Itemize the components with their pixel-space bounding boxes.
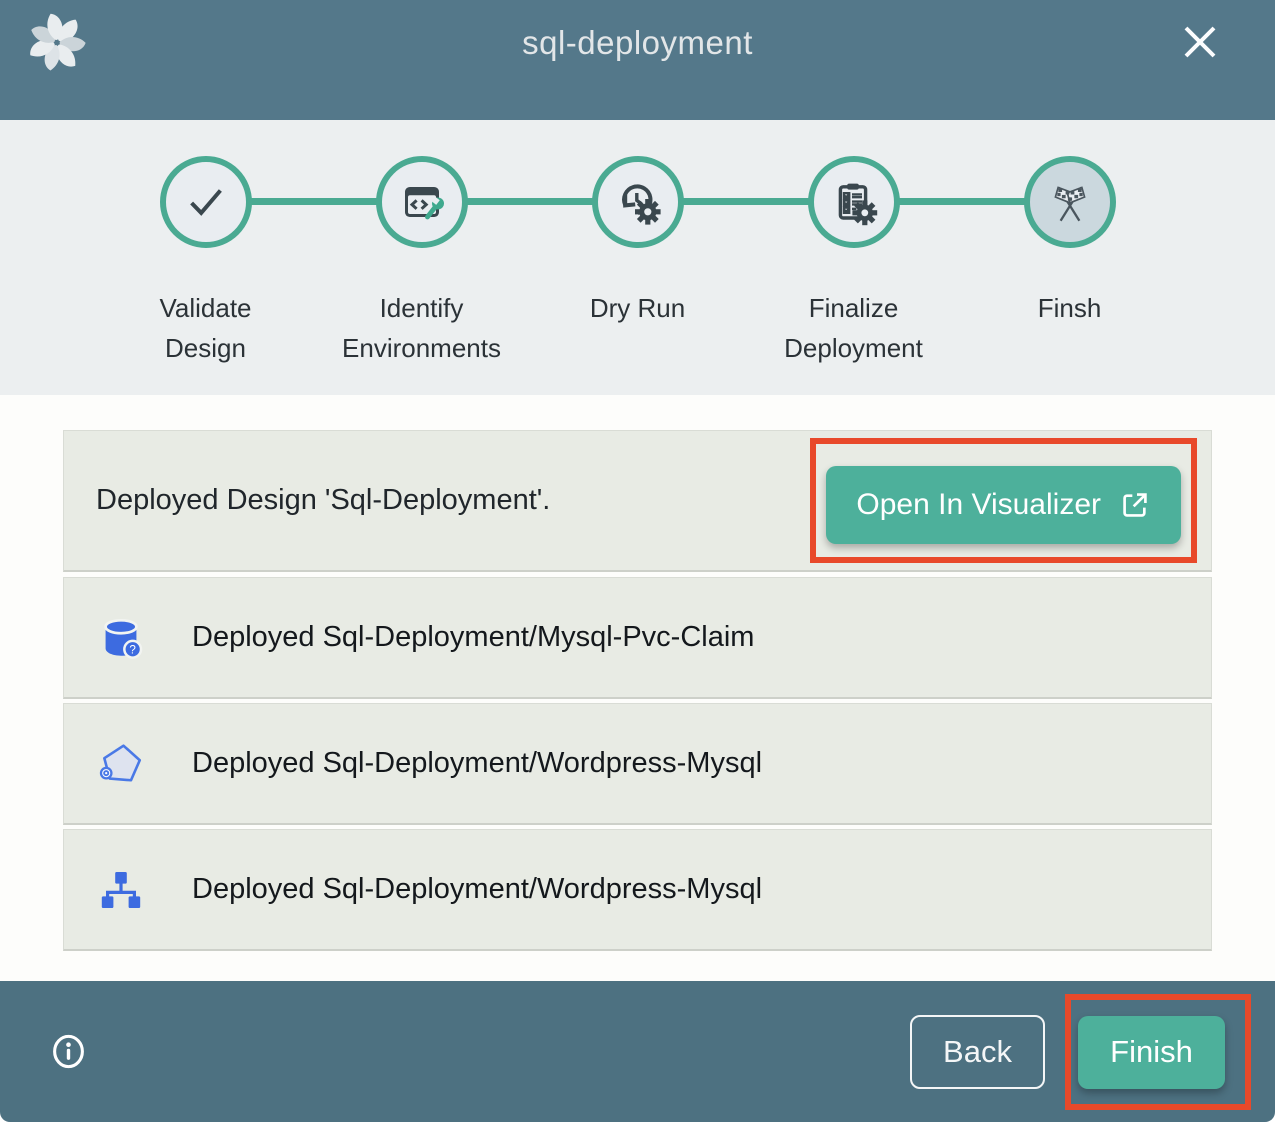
step-label: Finsh [1038,288,1102,328]
close-icon[interactable] [1177,19,1223,65]
modal-footer: Back Finish [0,981,1275,1122]
racing-flags-icon [1045,177,1095,227]
deployed-resource-text: Deployed Sql-Deployment/Wordpress-Mysql [192,747,762,780]
open-in-visualizer-button[interactable]: Open In Visualizer [826,466,1181,544]
info-icon[interactable] [50,1033,87,1070]
annotation-box-finish: Finish [1065,994,1251,1110]
topology-icon [97,866,145,914]
deployed-resource-text: Deployed Sql-Deployment/Wordpress-Mysql [192,873,762,906]
finish-button[interactable]: Finish [1078,1016,1225,1089]
deployed-resource-row: Deployed Sql-Deployment/Wordpress-Mysql [63,703,1212,825]
step-label: Finalize Deployment [766,288,941,368]
database-icon: ? [96,613,146,663]
deployment-stepper: Validate Design [0,120,1275,395]
external-link-icon [1119,489,1151,521]
pentagon-component-icon [96,739,146,789]
check-icon [183,179,229,225]
step-validate-design: Validate Design [98,156,314,368]
modal-header: sql-deployment [0,0,1275,120]
code-window-wrench-icon [398,178,446,226]
step-label: Identify Environments [334,288,509,368]
annotation-box-visualizer: Open In Visualizer [810,438,1197,563]
checklist-gear-icon [830,178,878,226]
deployed-resource-row: Deployed Sql-Deployment/Wordpress-Mysql [63,829,1212,951]
back-button[interactable]: Back [910,1015,1045,1089]
deployment-summary-row: Deployed Design 'Sql-Deployment'. Open I… [63,430,1212,572]
step-identify-environments: Identify Environments [314,156,530,368]
deployment-results: Deployed Design 'Sql-Deployment'. Open I… [0,395,1275,951]
deployed-resource-row: ? Deployed Sql-Deployment/Mysql-Pvc-Clai… [63,577,1212,699]
step-finish: Finsh [962,156,1178,368]
step-label: Dry Run [590,288,685,328]
step-label: Validate Design [118,288,293,368]
deployed-resource-text: Deployed Sql-Deployment/Mysql-Pvc-Claim [192,621,754,654]
rerun-gear-icon [614,178,662,226]
deployment-message: Deployed Design 'Sql-Deployment'. [96,484,550,517]
svg-text:?: ? [129,643,136,656]
step-dry-run: Dry Run [530,156,746,368]
modal-title: sql-deployment [0,24,1275,62]
deployment-wizard-modal: sql-deployment Validate Design [0,0,1275,1122]
step-finalize-deployment: Finalize Deployment [746,156,962,368]
